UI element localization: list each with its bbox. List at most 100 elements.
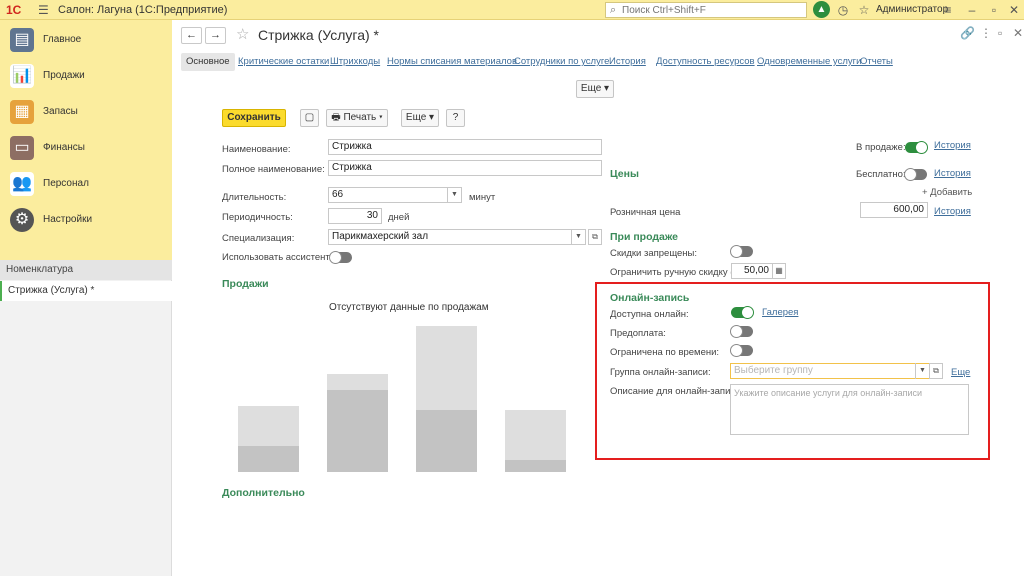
prices-section-title: Цены xyxy=(610,168,639,180)
menu-icon[interactable]: ☰ xyxy=(38,3,49,17)
sidebar-item-settings[interactable]: ⚙ Настройки xyxy=(0,202,172,238)
periodicity-unit: дней xyxy=(388,212,410,223)
prepayment-toggle[interactable] xyxy=(730,325,753,338)
tab-main[interactable]: Основное xyxy=(181,53,235,71)
placeholder-bar xyxy=(327,390,388,472)
top-bar: 1С ☰ Салон: Лагуна (1С:Предприятие) ⌕ ▲ … xyxy=(0,0,1024,20)
time-limited-toggle[interactable] xyxy=(730,344,753,357)
specialization-field[interactable]: Парикмахерский зал ▼ xyxy=(328,229,586,245)
global-search[interactable]: ⌕ xyxy=(605,2,807,18)
chevron-down-icon[interactable]: ▼ xyxy=(915,363,929,379)
assistant-toggle[interactable] xyxy=(329,251,352,264)
help-button[interactable]: ? xyxy=(446,109,465,127)
post-button[interactable]: ▢ xyxy=(300,109,319,127)
specialization-value: Парикмахерский зал xyxy=(332,231,429,242)
user-name[interactable]: Администратор xyxy=(876,4,948,15)
online-group-placeholder: Выберите группу xyxy=(734,365,813,376)
tab-barcodes[interactable]: Штрихкоды xyxy=(330,53,380,71)
tab-write-off-norms[interactable]: Нормы списания материалов xyxy=(387,53,517,71)
tab-critical-stock[interactable]: Критические остатки xyxy=(238,53,329,71)
online-available-toggle[interactable] xyxy=(731,306,754,319)
tab-staff-by-service[interactable]: Сотрудники по услуге xyxy=(514,53,609,71)
more-dropdown-button[interactable]: Еще ▾ xyxy=(576,80,614,98)
form-more-button[interactable]: Еще ▾ xyxy=(401,109,439,127)
open-windows-title: Номенклатура xyxy=(0,260,172,280)
link-icon[interactable]: 🔗 xyxy=(960,26,975,40)
settings-icon[interactable]: ≡ xyxy=(940,2,956,18)
name-field[interactable]: Стрижка xyxy=(328,139,602,155)
print-label: Печать xyxy=(343,112,377,123)
form-more-label: Еще xyxy=(405,112,427,123)
online-group-more-link[interactable]: Еще xyxy=(951,367,970,378)
duration-label: Длительность: xyxy=(222,192,287,203)
in-sale-toggle[interactable] xyxy=(905,141,928,154)
forward-button[interactable]: → xyxy=(205,27,226,44)
in-sale-history-link[interactable]: История xyxy=(934,140,971,151)
search-input[interactable] xyxy=(622,4,802,16)
placeholder-bar xyxy=(238,446,299,472)
tab-resource-availability[interactable]: Доступность ресурсов xyxy=(656,53,755,71)
duration-field[interactable]: 66 ▼ xyxy=(328,187,462,203)
assistant-label: Использовать ассистента: xyxy=(222,252,338,263)
online-description-label: Описание для онлайн-записи: xyxy=(610,386,744,397)
online-section-title: Онлайн-запись xyxy=(610,292,690,304)
back-button[interactable]: ← xyxy=(181,27,202,44)
free-toggle[interactable] xyxy=(904,168,927,181)
sidebar-item-label: Персонал xyxy=(43,178,89,189)
favorites-icon[interactable]: ☆ xyxy=(856,2,872,18)
sidebar-item-stock[interactable]: ▦ Запасы xyxy=(0,94,172,130)
main-icon: ▤ xyxy=(10,28,34,52)
online-available-label: Доступна онлайн: xyxy=(610,309,689,320)
placeholder-bar xyxy=(505,460,566,472)
open-window-item[interactable]: Стрижка (Услуга) * xyxy=(0,281,172,301)
main-form: ← → ☆ Стрижка (Услуга) * 🔗 ⋮ ▫ ✕ Основно… xyxy=(172,20,1024,576)
add-price-button[interactable]: + Добавить xyxy=(922,187,972,198)
chevron-down-icon[interactable]: ▼ xyxy=(447,187,461,203)
tab-history[interactable]: История xyxy=(609,53,646,71)
free-label: Бесплатно: xyxy=(856,169,906,180)
open-icon[interactable]: ⧉ xyxy=(929,363,943,379)
free-history-link[interactable]: История xyxy=(934,168,971,179)
history-icon[interactable]: ◷ xyxy=(835,2,851,18)
periodicity-label: Периодичность: xyxy=(222,212,293,223)
at-sale-section-title: При продаже xyxy=(610,231,679,243)
additional-section-title: Дополнительно xyxy=(222,487,305,499)
chevron-down-icon[interactable]: ▼ xyxy=(571,229,585,245)
maximize-icon[interactable]: ▫ xyxy=(986,2,1002,18)
periodicity-field[interactable]: 30 xyxy=(328,208,382,224)
search-icon: ⌕ xyxy=(610,4,617,16)
print-button[interactable]: 🖶 Печать ▾ xyxy=(326,109,388,127)
more-vertical-icon[interactable]: ⋮ xyxy=(980,26,992,40)
sidebar-item-finance[interactable]: ▭ Финансы xyxy=(0,130,172,166)
fullname-field[interactable]: Стрижка xyxy=(328,160,602,176)
discounts-forbidden-toggle[interactable] xyxy=(730,245,753,258)
close-icon[interactable]: ✕ xyxy=(1006,2,1022,18)
notifications-icon[interactable]: ▲ xyxy=(813,1,830,18)
tab-reports[interactable]: Отчеты xyxy=(860,53,893,71)
duration-unit: минут xyxy=(469,192,496,203)
retail-price-field[interactable]: 600,00 xyxy=(860,202,928,218)
window-icon[interactable]: ▫ xyxy=(998,26,1002,40)
tab-simultaneous-services[interactable]: Одновременные услуги xyxy=(757,53,861,71)
sidebar-item-sales[interactable]: 📊 Продажи xyxy=(0,58,172,94)
close-form-icon[interactable]: ✕ xyxy=(1013,26,1023,40)
open-icon[interactable]: ⧉ xyxy=(588,229,602,245)
document-icon: ▢ xyxy=(304,112,315,123)
more-label: Еще xyxy=(580,83,602,94)
save-button[interactable]: Сохранить xyxy=(222,109,286,127)
minimize-icon[interactable]: – xyxy=(964,2,980,18)
retail-price-label: Розничная цена xyxy=(610,207,681,218)
staff-icon: 👥 xyxy=(10,172,34,196)
calculator-icon[interactable]: ▦ xyxy=(772,263,786,279)
sidebar-item-label: Настройки xyxy=(43,214,93,225)
sidebar-item-main[interactable]: ▤ Главное xyxy=(0,22,172,58)
limit-discount-field[interactable]: 50,00 xyxy=(731,263,773,279)
sidebar-item-staff[interactable]: 👥 Персонал xyxy=(0,166,172,202)
retail-history-link[interactable]: История xyxy=(934,206,971,217)
gallery-link[interactable]: Галерея xyxy=(762,307,798,318)
online-group-field[interactable]: Выберите группу ▼ xyxy=(730,363,930,379)
star-icon[interactable]: ☆ xyxy=(236,25,249,43)
gear-icon: ⚙ xyxy=(10,208,34,232)
printer-icon: 🖶 xyxy=(331,112,341,123)
online-description-field[interactable]: Укажите описание услуги для онлайн-запис… xyxy=(730,384,969,435)
